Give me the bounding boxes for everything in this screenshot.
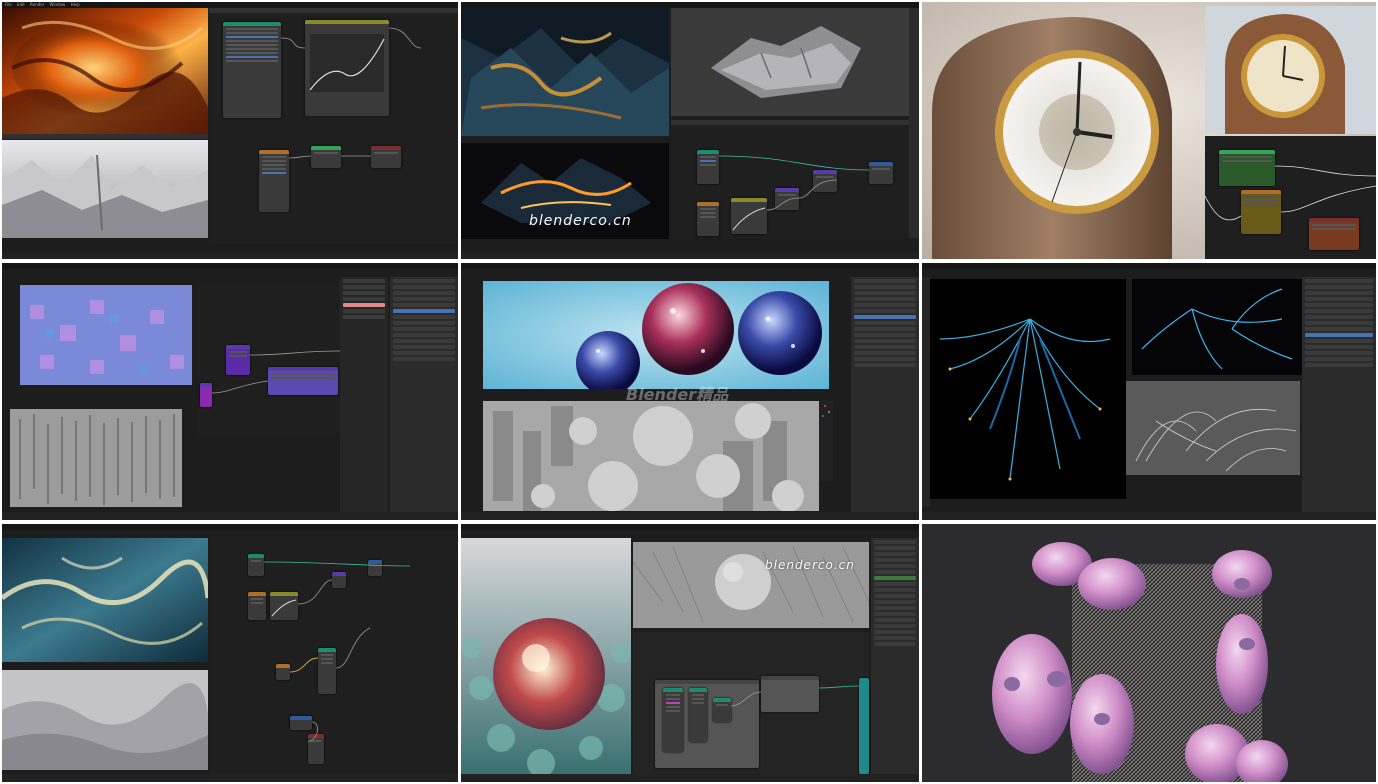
thumbnail-grid: File Edit Render Window Help blenderco.c… [0,0,1378,784]
cubes-tile [2,263,458,520]
clock-thumbnail [1205,6,1376,134]
timeline[interactable] [2,251,458,259]
properties-panel[interactable] [340,277,388,513]
menu-edit[interactable]: Edit [17,2,25,7]
top-menu-bar [2,263,458,269]
terrain-render-viewport[interactable]: blenderco.cn [461,143,669,239]
grey-cubes-image [10,409,182,507]
dark-terrain-viewport[interactable] [461,8,669,136]
grey-cubes-viewport[interactable] [10,409,182,507]
timeline[interactable] [2,512,458,520]
gizmo-panel[interactable] [819,401,833,481]
node-wires [280,27,422,159]
marble-tile: blenderco.cn [461,524,919,782]
glass-spheres-image [483,281,829,389]
top-menu-bar [461,524,919,530]
timeline[interactable] [922,512,1376,520]
menu-file[interactable]: File [5,2,12,7]
clay-sphere-image [633,546,869,623]
blue-feathers-viewport[interactable] [930,279,1126,499]
glass-marble-image [461,538,631,774]
node-wires [1205,165,1376,221]
outliner[interactable] [851,277,919,513]
feather-render-image [1141,288,1293,370]
node-wires [263,561,411,743]
properties-tabs[interactable] [909,8,919,238]
node-editor[interactable] [671,120,909,238]
node-editor[interactable] [633,632,869,774]
node-editor[interactable] [209,8,458,244]
dark-terrain-image [461,8,669,136]
top-menu-bar [2,524,458,530]
fire-terrain-image [2,8,208,134]
clock-tile [922,2,1376,259]
toolbar[interactable] [922,277,930,507]
clay-spheres-viewport[interactable] [483,401,819,511]
top-menu-bar [461,263,919,269]
blue-feathers-image [939,318,1111,481]
timeline[interactable] [461,774,919,782]
menu-help[interactable]: Help [71,2,80,7]
node-editor[interactable] [1205,136,1376,259]
mesh-viewport[interactable] [671,8,919,116]
outliner[interactable] [871,538,919,774]
terrain-mesh-tile: blenderco.cn [461,2,919,259]
purple-cubes-image [20,285,192,385]
axis-z-icon[interactable] [822,415,824,417]
clock-viewport[interactable] [1205,6,1376,134]
node-wires [211,350,340,394]
monkey-sculpture-render [922,524,1376,782]
timeline[interactable] [2,774,458,782]
clay-terrain-viewport[interactable] [2,140,208,238]
viewport-header [2,134,208,139]
feathers-tile [922,263,1376,520]
clay-feathers-image [1135,408,1297,472]
node-wires [718,155,870,211]
terrain-mesh-image [711,26,861,98]
timeline[interactable] [461,251,919,259]
ocean-terrain-viewport[interactable] [2,538,208,662]
top-menu-bar [922,263,1376,269]
node-editor[interactable] [210,538,458,774]
properties-panel[interactable] [1302,277,1376,513]
terrain-fire-tile: File Edit Render Window Help [2,2,458,259]
glass-spheres-viewport[interactable] [483,281,829,389]
spheres-tile: Blender精品 [461,263,919,520]
node-wires [730,685,860,707]
menu-render[interactable]: Render [30,2,44,7]
node-editor[interactable] [198,285,340,435]
clay-ocean-viewport[interactable] [2,670,208,770]
outliner[interactable] [390,277,458,513]
monkey-tile [922,524,1376,782]
purple-cubes-viewport[interactable] [20,285,192,385]
ocean-terrain-image [2,538,208,662]
fire-terrain-viewport[interactable] [2,8,208,134]
clay-ocean-image [2,670,208,770]
clay-spheres-image [483,401,819,511]
timeline[interactable] [461,512,919,520]
clay-sphere-viewport[interactable]: blenderco.cn [633,542,869,628]
clay-feathers-viewport[interactable] [1126,381,1300,475]
glass-marble-viewport[interactable] [461,538,631,774]
watermark-blenderco-2: blenderco.cn [765,558,855,572]
feather-render-viewport[interactable] [1132,279,1302,375]
menu: File Edit Render Window Help [5,2,84,7]
axis-y-icon[interactable] [828,411,830,413]
clay-terrain-image [2,140,208,238]
watermark-blenderco: blenderco.cn [529,213,632,229]
axis-x-icon[interactable] [824,405,826,407]
menu-window[interactable]: Window [50,2,66,7]
ocean-tile [2,524,458,782]
